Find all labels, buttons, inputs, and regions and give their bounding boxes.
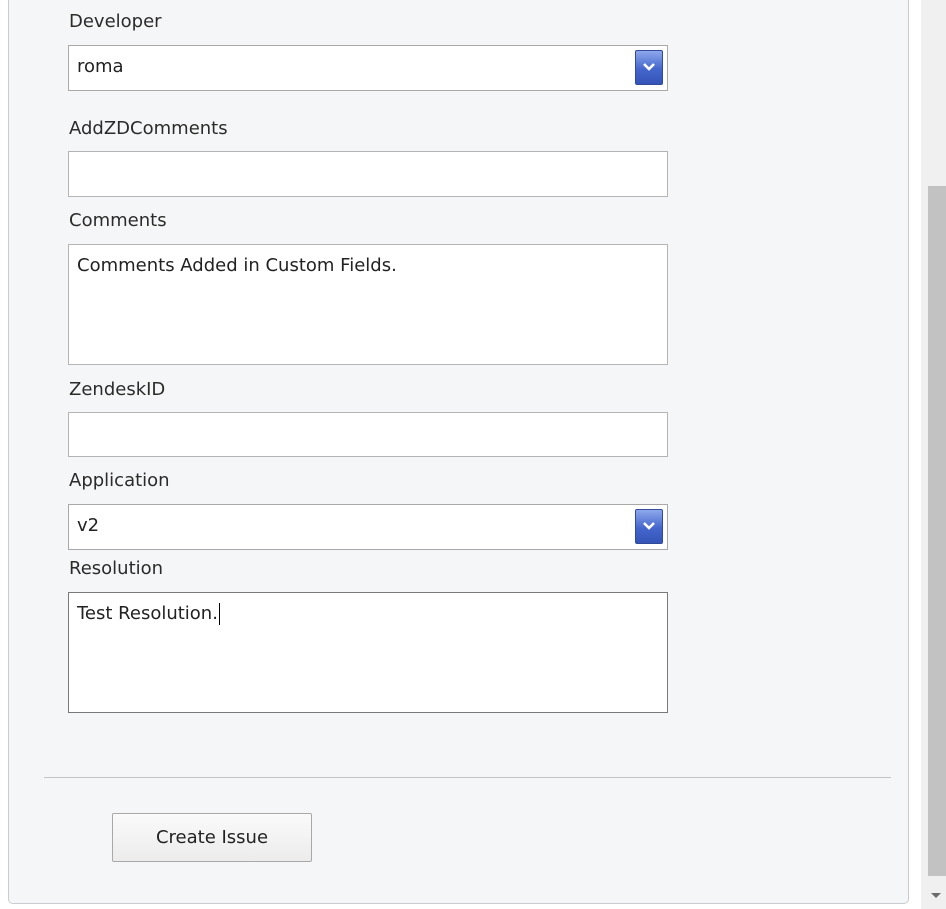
scroll-down-arrow-icon[interactable] bbox=[931, 893, 941, 898]
comments-textarea[interactable]: Comments Added in Custom Fields. bbox=[68, 244, 668, 365]
vertical-scrollbar[interactable] bbox=[921, 0, 946, 909]
resolution-label: Resolution bbox=[69, 558, 164, 579]
zendesk-id-label: ZendeskID bbox=[69, 379, 166, 400]
zendesk-id-input[interactable] bbox=[68, 412, 668, 457]
add-zd-comments-label: AddZDComments bbox=[69, 118, 228, 139]
comments-label: Comments bbox=[69, 210, 167, 231]
developer-label: Developer bbox=[69, 11, 162, 32]
application-select[interactable]: v2 bbox=[68, 504, 668, 550]
chevron-down-icon bbox=[643, 522, 655, 530]
developer-value: roma bbox=[77, 56, 124, 77]
create-issue-button[interactable]: Create Issue bbox=[112, 813, 312, 862]
resolution-text-wrap: Test Resolution. bbox=[77, 603, 220, 625]
developer-select[interactable]: roma bbox=[68, 45, 668, 91]
application-value: v2 bbox=[77, 515, 100, 536]
chevron-down-icon bbox=[643, 63, 655, 71]
comments-value: Comments Added in Custom Fields. bbox=[77, 255, 397, 276]
resolution-value: Test Resolution. bbox=[77, 603, 218, 624]
issue-form-panel: Developer roma AddZDComments Comments Co… bbox=[8, 0, 909, 904]
add-zd-comments-input[interactable] bbox=[68, 151, 668, 197]
form-divider bbox=[44, 777, 891, 778]
text-cursor bbox=[218, 603, 220, 625]
developer-dropdown-button[interactable] bbox=[635, 50, 663, 85]
application-label: Application bbox=[69, 470, 170, 491]
application-dropdown-button[interactable] bbox=[635, 509, 663, 544]
resolution-textarea[interactable]: Test Resolution. bbox=[68, 592, 668, 713]
scrollbar-thumb[interactable] bbox=[928, 186, 946, 876]
